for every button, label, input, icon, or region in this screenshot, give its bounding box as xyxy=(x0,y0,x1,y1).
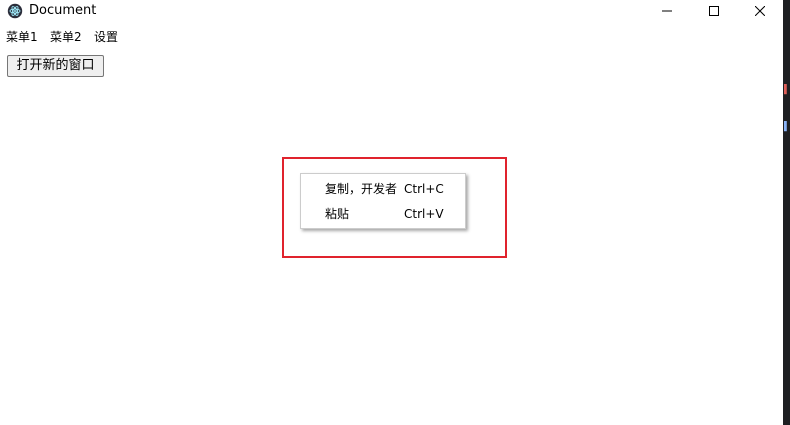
minimize-button[interactable] xyxy=(644,0,690,22)
open-new-window-button[interactable]: 打开新的窗口 xyxy=(7,55,104,77)
context-menu-item-shortcut: Ctrl+V xyxy=(404,207,444,221)
context-menu-item-copy[interactable]: 复制，开发者 Ctrl+C xyxy=(301,177,465,201)
window-title: Document xyxy=(29,3,97,18)
maximize-button[interactable] xyxy=(691,0,737,22)
background-editor-strip xyxy=(783,0,790,425)
context-menu-item-shortcut: Ctrl+C xyxy=(404,182,444,196)
maximize-icon xyxy=(709,6,719,16)
menu-item-1[interactable]: 菜单1 xyxy=(5,29,39,45)
minimize-icon xyxy=(662,10,672,12)
menu-item-2[interactable]: 菜单2 xyxy=(49,29,83,45)
app-icon xyxy=(7,3,23,19)
context-menu-item-label: 复制，开发者 xyxy=(325,182,398,196)
app-window: Document 菜单1 菜单2 设置 打开新的窗口 复制，开发者 Ctrl+C xyxy=(0,0,783,425)
context-menu: 复制，开发者 Ctrl+C 粘贴 Ctrl+V xyxy=(300,173,466,229)
background-editor-mark: ▌ xyxy=(784,85,790,95)
menu-bar: 菜单1 菜单2 设置 xyxy=(0,27,783,47)
background-editor-mark: ▌ xyxy=(784,122,790,132)
menu-item-settings[interactable]: 设置 xyxy=(93,29,119,45)
close-button[interactable] xyxy=(737,0,783,22)
title-bar[interactable]: Document xyxy=(0,0,783,22)
context-menu-item-label: 粘贴 xyxy=(325,207,350,221)
context-menu-item-paste[interactable]: 粘贴 Ctrl+V xyxy=(301,202,465,226)
close-icon xyxy=(755,6,765,16)
